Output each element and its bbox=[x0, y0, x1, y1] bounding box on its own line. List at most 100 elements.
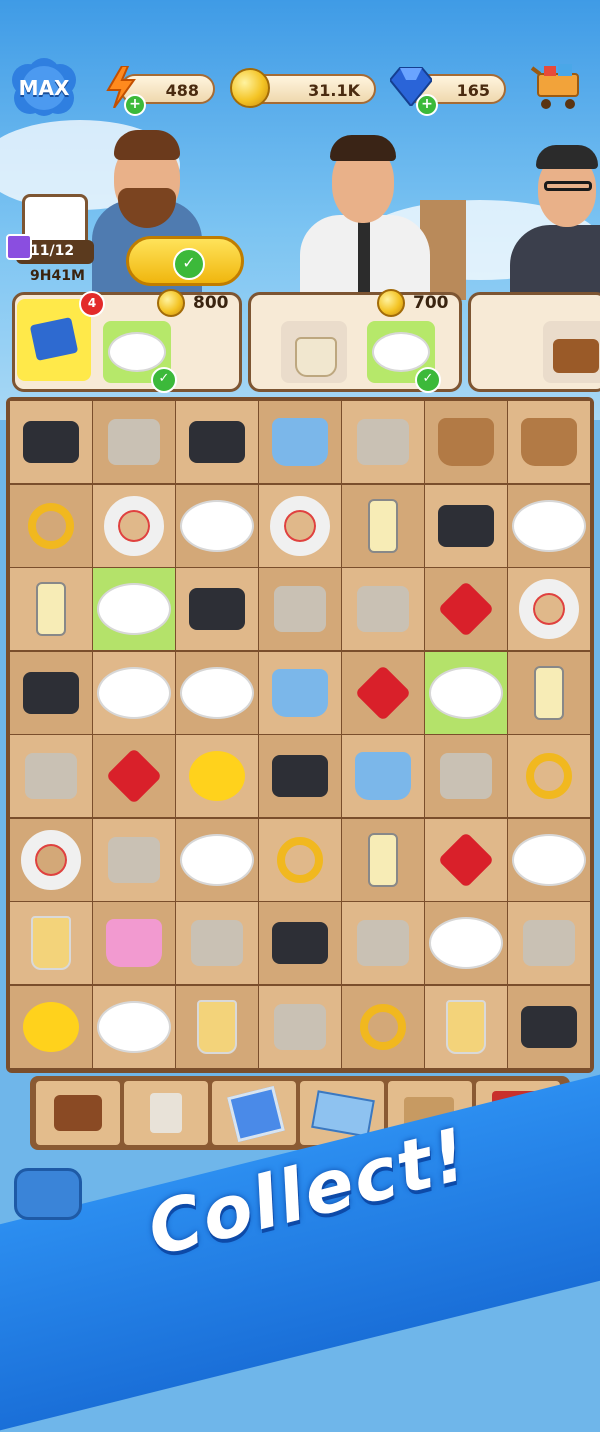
coin-icon bbox=[230, 68, 270, 108]
wallet-icon bbox=[54, 1095, 102, 1131]
board-cell[interactable] bbox=[342, 735, 424, 817]
order-card-1[interactable]: 4 ✓ 800 bbox=[12, 289, 242, 393]
ruby-ring-icon bbox=[277, 836, 323, 883]
board-cell[interactable] bbox=[425, 735, 507, 817]
computer-mouse-icon bbox=[272, 755, 328, 797]
lifeguard-float-icon bbox=[270, 495, 330, 556]
board-cell[interactable] bbox=[425, 902, 507, 984]
board-cell[interactable] bbox=[259, 568, 341, 650]
board-cell[interactable] bbox=[425, 985, 507, 1068]
life-ring-icon bbox=[21, 829, 81, 890]
board-cell[interactable] bbox=[93, 902, 175, 984]
board-cell[interactable] bbox=[342, 651, 424, 734]
perfume-bottle-icon bbox=[368, 832, 398, 887]
board-cell[interactable] bbox=[508, 902, 590, 984]
customer-glasses-man[interactable] bbox=[510, 145, 600, 305]
shop-cart-icon[interactable] bbox=[530, 62, 586, 112]
board-cell[interactable] bbox=[10, 735, 92, 817]
bubble-tea-icon bbox=[197, 999, 237, 1054]
customer-businessman[interactable] bbox=[300, 135, 430, 305]
swim-cap-icon bbox=[108, 836, 160, 883]
board-cell[interactable] bbox=[176, 902, 258, 984]
tray-toggle-button[interactable] bbox=[14, 1168, 82, 1220]
sandwich-plate-icon bbox=[180, 666, 254, 719]
fries-plate-icon bbox=[180, 499, 254, 552]
board-cell[interactable] bbox=[176, 985, 258, 1068]
inventory-slot-wallet[interactable] bbox=[36, 1081, 120, 1145]
board-cell[interactable] bbox=[342, 568, 424, 650]
order-3-item-slot bbox=[543, 321, 600, 383]
board-cell[interactable] bbox=[425, 484, 507, 567]
tote-bag-icon bbox=[295, 337, 337, 377]
board-cell[interactable] bbox=[508, 568, 590, 650]
swim-shorts-icon bbox=[440, 753, 492, 799]
board-cell[interactable] bbox=[259, 818, 341, 901]
coin-icon bbox=[377, 289, 405, 317]
board-cell[interactable] bbox=[93, 568, 175, 650]
board-cell[interactable] bbox=[425, 401, 507, 483]
board-cell[interactable] bbox=[508, 651, 590, 734]
board-cell[interactable] bbox=[259, 484, 341, 567]
board-cell[interactable] bbox=[93, 818, 175, 901]
board-cell[interactable] bbox=[93, 735, 175, 817]
inventory-slot-ice[interactable] bbox=[124, 1081, 208, 1145]
ice-block-icon bbox=[150, 1093, 182, 1133]
pink-bag-icon bbox=[106, 919, 162, 967]
board-cell[interactable] bbox=[508, 985, 590, 1068]
board-cell[interactable] bbox=[342, 902, 424, 984]
board-cell[interactable] bbox=[425, 651, 507, 734]
board-cell[interactable] bbox=[93, 401, 175, 483]
inventory-slot-frame[interactable] bbox=[212, 1081, 296, 1145]
event-timer: 9H41M bbox=[30, 268, 85, 284]
board-cell[interactable] bbox=[259, 985, 341, 1068]
board-cell[interactable] bbox=[176, 568, 258, 650]
board-cell[interactable] bbox=[259, 651, 341, 734]
board-cell[interactable] bbox=[342, 484, 424, 567]
board-cell[interactable] bbox=[259, 902, 341, 984]
board-cell[interactable] bbox=[176, 401, 258, 483]
board-cell[interactable] bbox=[508, 484, 590, 567]
board-cell[interactable] bbox=[93, 484, 175, 567]
swim-ring-icon bbox=[104, 495, 164, 556]
board-cell[interactable] bbox=[508, 818, 590, 901]
tickets-icon bbox=[311, 1090, 375, 1138]
order-card-2[interactable]: ✓ 700 bbox=[248, 289, 462, 393]
order-card-3[interactable] bbox=[468, 292, 600, 392]
board-cell[interactable] bbox=[259, 735, 341, 817]
board-cell[interactable] bbox=[342, 985, 424, 1068]
board-cell[interactable] bbox=[93, 651, 175, 734]
board-cell[interactable] bbox=[259, 401, 341, 483]
board-cell[interactable] bbox=[176, 651, 258, 734]
life-vest-icon bbox=[519, 579, 579, 639]
board-cell[interactable] bbox=[176, 484, 258, 567]
board-cell[interactable] bbox=[10, 401, 92, 483]
board-cell[interactable] bbox=[176, 818, 258, 901]
board-cell[interactable] bbox=[10, 484, 92, 567]
megaphone-icon bbox=[357, 920, 409, 966]
board-cell[interactable] bbox=[10, 818, 92, 901]
swim-goggles-icon bbox=[191, 920, 243, 966]
board-cell[interactable] bbox=[342, 818, 424, 901]
board-cell[interactable] bbox=[508, 735, 590, 817]
add-gems-button[interactable]: + bbox=[416, 94, 438, 116]
complete-order-button[interactable]: ✓ bbox=[126, 236, 244, 286]
board-cell[interactable] bbox=[176, 735, 258, 817]
board-cell[interactable] bbox=[508, 401, 590, 483]
board-cell[interactable] bbox=[93, 985, 175, 1068]
calendar-event[interactable]: 11/12 9H41M bbox=[6, 188, 94, 286]
board-cell[interactable] bbox=[10, 651, 92, 734]
board-cell[interactable] bbox=[425, 818, 507, 901]
board-cell[interactable] bbox=[342, 401, 424, 483]
add-energy-button[interactable]: + bbox=[124, 94, 146, 116]
burger-plate-icon bbox=[180, 833, 254, 886]
board-cell[interactable] bbox=[425, 568, 507, 650]
board-cell[interactable] bbox=[10, 568, 92, 650]
ruby-ring-icon bbox=[28, 502, 74, 549]
board-cell[interactable] bbox=[10, 985, 92, 1068]
order-2-item-slot-1 bbox=[281, 321, 347, 383]
noodle-plate-icon bbox=[97, 1000, 171, 1053]
order-1-box-slot bbox=[17, 299, 91, 381]
tan-handbag-icon bbox=[521, 418, 577, 466]
level-max-badge[interactable]: MAX bbox=[8, 58, 80, 120]
board-cell[interactable] bbox=[10, 902, 92, 984]
